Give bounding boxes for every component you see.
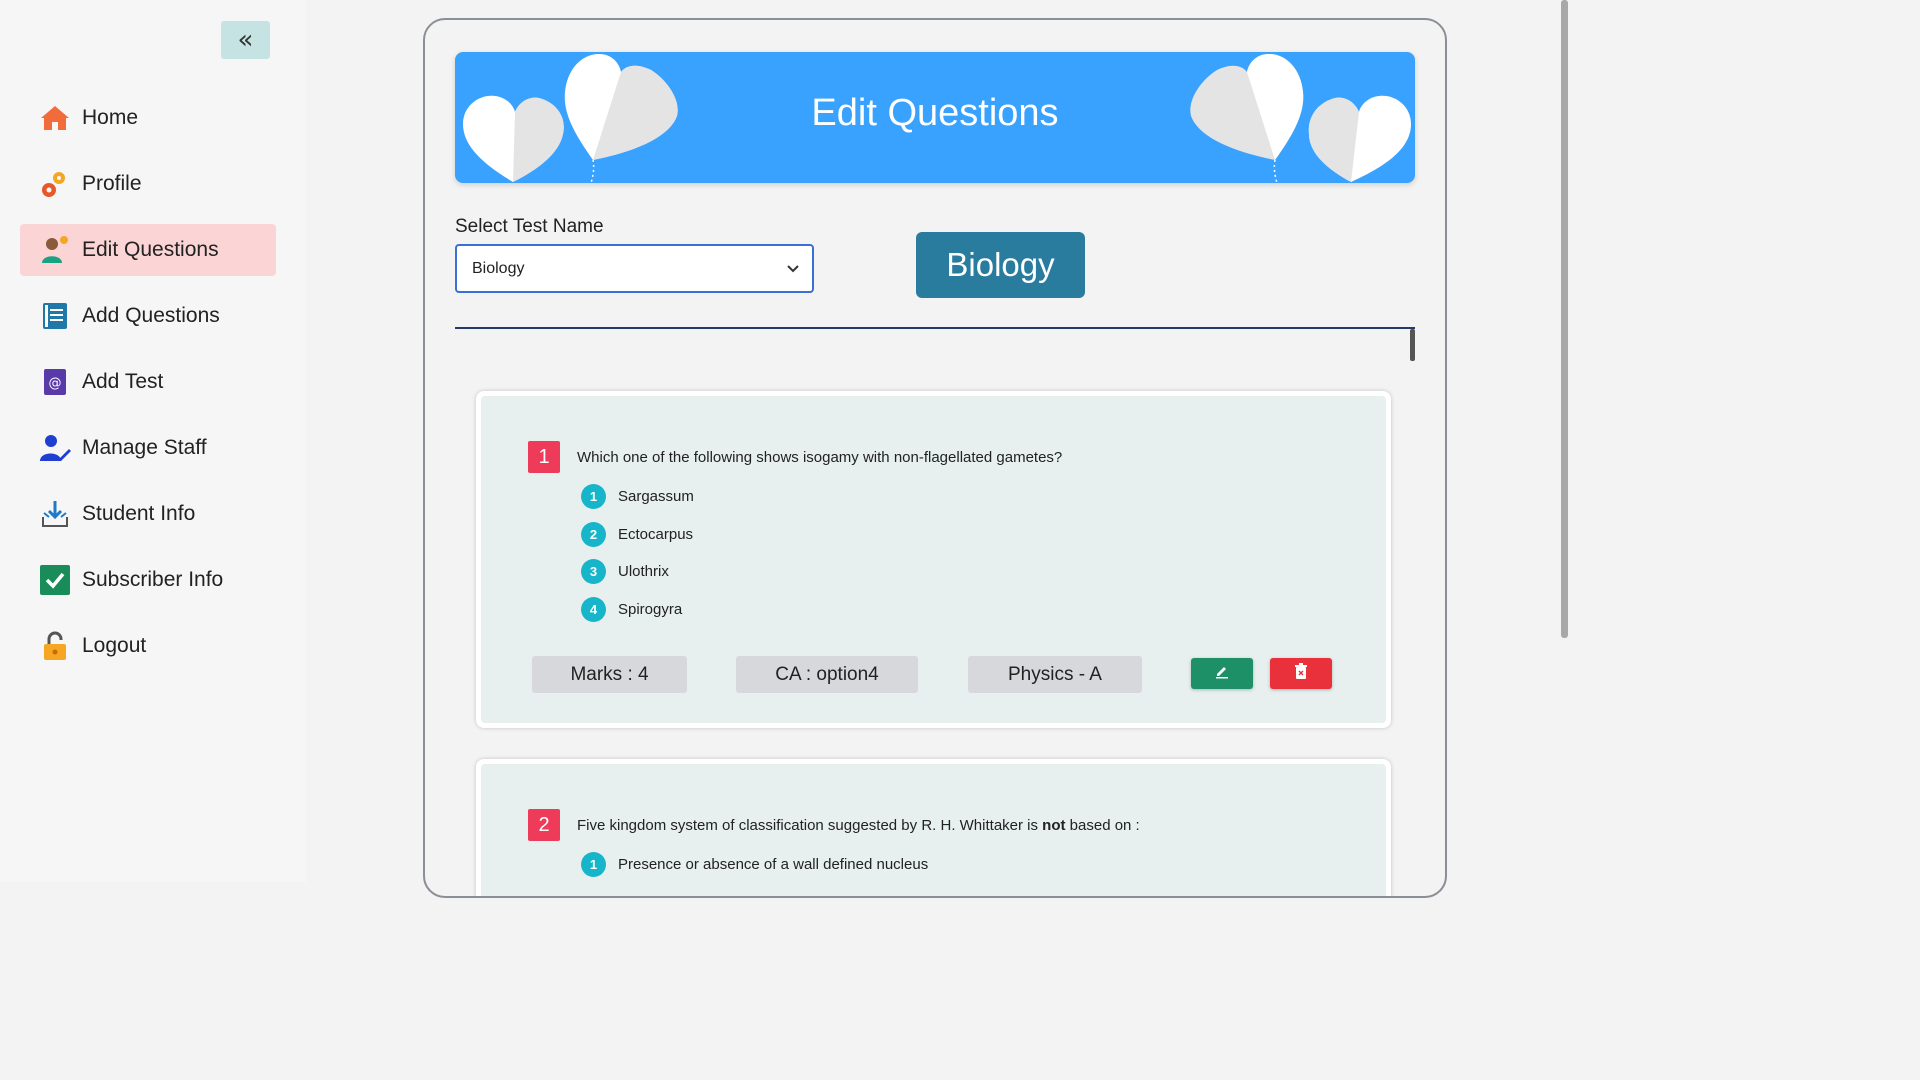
at-sign-icon: @ [39,366,71,398]
question-text: Five kingdom system of classification su… [577,817,1140,834]
option-text: Ulothrix [618,563,669,580]
collapse-sidebar-button[interactable]: « [221,21,270,59]
gears-icon [39,168,71,200]
question-text: Which one of the following shows isogamy… [577,449,1063,466]
select-test-label: Select Test Name [455,216,604,237]
sidebar-item-subscriber-info[interactable]: Subscriber Info [20,554,276,606]
correct-answer-pill: CA : option4 [736,656,918,693]
option-number: 2 [581,522,606,547]
user-edit-icon [39,432,71,464]
sidebar-item-label: Home [82,106,139,129]
home-icon [39,102,71,134]
sidebar-item-edit-questions[interactable]: Edit Questions [20,224,276,276]
question-text-emphasis: not [1042,817,1066,834]
question-card-body: 1 Which one of the following shows isoga… [481,396,1386,723]
option-item: 1 Presence or absence of a wall defined … [581,852,928,877]
question-card: 2 Five kingdom system of classification … [476,759,1391,896]
unlock-icon [39,630,71,662]
sidebar-item-label: Logout [82,634,147,657]
sidebar-item-label: Manage Staff [82,436,207,459]
sidebar-item-profile[interactable]: Profile [20,158,276,210]
sidebar-item-label: Profile [82,172,142,195]
test-name-select[interactable]: Biology [455,244,814,293]
select-value: Biology [472,260,525,277]
option-item: 2 Ectocarpus [581,522,693,547]
inner-scrollbar[interactable] [1410,329,1415,361]
option-text: Presence or absence of a wall defined nu… [618,856,929,873]
option-text: Ectocarpus [618,526,694,543]
option-text: Sargassum [618,488,694,505]
option-number: 3 [581,559,606,584]
question-card: 1 Which one of the following shows isoga… [476,391,1391,728]
chevron-down-icon [786,246,800,309]
double-chevron-left-icon: « [237,25,254,55]
sidebar: « Home Profile Edit Questions Add Questi… [0,0,306,882]
sidebar-item-add-test[interactable]: @ Add Test [20,356,276,408]
question-number-badge: 1 [528,441,560,473]
divider [455,327,1415,329]
checkbox-icon [39,564,71,596]
option-number: 1 [581,852,606,877]
sidebar-item-label: Student Info [82,502,196,525]
question-text-part: based on : [1065,817,1140,834]
sidebar-item-home[interactable]: Home [20,92,276,144]
svg-text:@: @ [49,376,62,391]
option-item: 1 Sargassum [581,484,694,509]
page-scrollbar[interactable] [1561,0,1568,638]
subject-pill: Physics - A [968,656,1142,693]
sidebar-item-add-questions[interactable]: Add Questions [20,290,276,342]
download-tray-icon [39,498,71,530]
sidebar-item-label: Subscriber Info [82,568,224,591]
edit-question-button[interactable] [1191,658,1253,689]
pencil-icon [1214,663,1230,684]
sidebar-item-label: Edit Questions [82,238,219,261]
option-text: Spirogyra [618,601,683,618]
document-icon [39,300,71,332]
page-banner: Edit Questions [455,52,1415,183]
sidebar-item-manage-staff[interactable]: Manage Staff [20,422,276,474]
sidebar-item-logout[interactable]: Logout [20,620,276,672]
option-number: 1 [581,484,606,509]
sidebar-item-label: Add Questions [82,304,220,327]
question-number-badge: 2 [528,809,560,841]
main-panel: Edit Questions Select Test Name Biology … [423,18,1447,898]
page-title: Edit Questions [811,92,1059,134]
option-item: 3 Ulothrix [581,559,669,584]
option-item: 4 Spirogyra [581,597,682,622]
person-edit-icon [39,234,71,266]
sidebar-item-student-info[interactable]: Student Info [20,488,276,540]
question-card-body: 2 Five kingdom system of classification … [481,764,1386,896]
selected-test-badge: Biology [916,232,1085,298]
question-text-part: Five kingdom system of classification su… [577,817,1043,834]
delete-question-button[interactable] [1270,658,1332,689]
trash-icon [1294,663,1308,684]
sidebar-item-label: Add Test [82,370,164,393]
marks-pill: Marks : 4 [532,656,687,693]
option-number: 4 [581,597,606,622]
